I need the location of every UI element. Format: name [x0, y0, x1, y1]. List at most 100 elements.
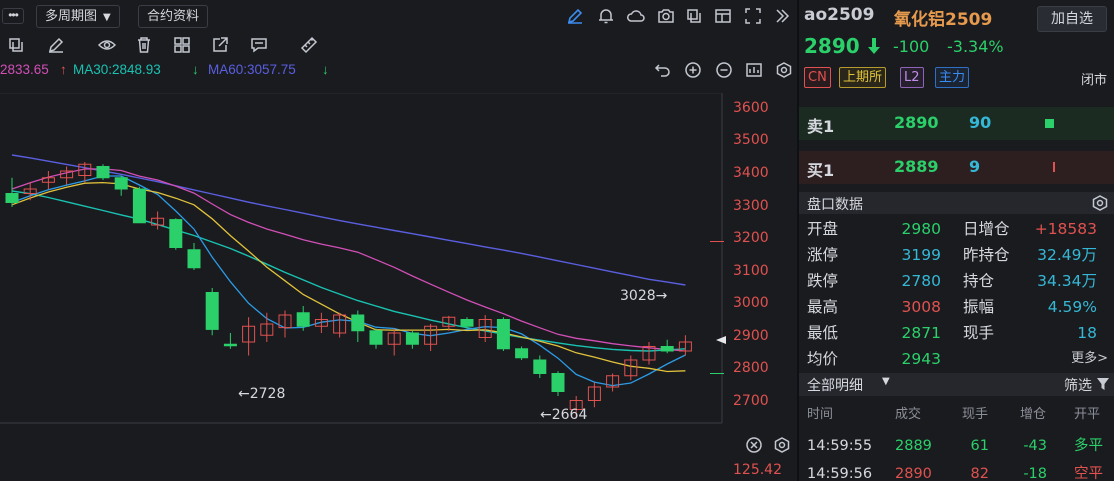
trade-price: 2889 — [895, 438, 932, 454]
layout-icon[interactable] — [714, 7, 732, 25]
stat-label: 持仓 — [963, 272, 995, 290]
fullscreen-icon[interactable] — [744, 7, 762, 25]
window-copy-icon[interactable] — [685, 7, 703, 25]
filter-label[interactable]: 筛选 — [1064, 375, 1092, 395]
contract-info-button[interactable]: 合约资料 — [138, 5, 209, 28]
trade-oi: -43 — [1023, 438, 1047, 454]
alert-bell-icon[interactable] — [597, 7, 615, 25]
camera-icon[interactable] — [657, 7, 675, 25]
tag-main-contract: 主力 — [935, 67, 970, 88]
ma60-line — [11, 154, 686, 286]
bid-label: 买1 — [807, 161, 835, 180]
contract-code: ao2509 — [804, 5, 875, 25]
stat-label: 最高 — [807, 298, 839, 316]
export-icon[interactable] — [211, 36, 229, 54]
stat-value: 34.34万 — [1037, 272, 1097, 290]
chart-settings-icon[interactable] — [775, 61, 793, 79]
tag-exchange: 上期所 — [839, 67, 887, 88]
col-price: 成交 — [895, 407, 922, 422]
col-type: 开平 — [1074, 407, 1101, 422]
low-annotation-1: ←2728 — [238, 386, 286, 402]
y-tick-label: 3600 — [733, 100, 769, 116]
stat-value: +18583 — [1034, 220, 1097, 238]
undo-icon[interactable] — [654, 61, 672, 79]
chart-canvas — [0, 92, 726, 424]
more-link[interactable]: 更多> — [1071, 346, 1108, 372]
eye-icon[interactable] — [98, 36, 116, 54]
ma60-value: MA60:3057.75 — [208, 62, 296, 77]
multi-period-label: 多周期图 — [45, 9, 98, 24]
ask-row[interactable]: 卖1 2890 90 — [799, 107, 1114, 140]
edit-pen-icon[interactable] — [47, 36, 65, 54]
more-menu-button[interactable]: ••• — [2, 8, 24, 24]
trade-time: 14:59:55 — [807, 438, 873, 454]
zoom-out-icon[interactable] — [715, 61, 733, 79]
ask-volume-bar — [1045, 119, 1054, 128]
grid-icon[interactable] — [173, 36, 191, 54]
cloud-icon[interactable] — [627, 7, 645, 25]
current-price-marker — [716, 336, 726, 344]
price-change: -100 — [893, 37, 930, 56]
trades-title[interactable]: 全部明细 — [807, 375, 863, 395]
trade-type: 空平 — [1074, 466, 1103, 481]
stat-value: 18 — [1077, 324, 1097, 342]
low-annotation-2: ←2664 — [540, 407, 588, 423]
filter-icon[interactable] — [1096, 377, 1110, 391]
y-tick-label: 3300 — [733, 198, 769, 214]
trades-header: 全部明细 ▼ 筛选 — [799, 373, 1114, 396]
stats-header: 盘口数据 — [799, 192, 1114, 214]
ma30-line — [11, 190, 686, 352]
trading-window: ••• 多周期图 ▼ 合约资料 2833.65 ↑ MA30:2848.93 ↓… — [0, 0, 1114, 481]
tag-l2: L2 — [900, 67, 924, 88]
col-volume: 现手 — [962, 407, 989, 422]
trade-price: 2890 — [895, 466, 932, 481]
trash-icon[interactable] — [135, 36, 153, 54]
stat-value: 3008 — [901, 298, 941, 316]
ask-label: 卖1 — [807, 117, 835, 136]
ma20-value: 2833.65 — [0, 62, 49, 77]
ma10-line — [11, 181, 686, 373]
candlestick-chart[interactable] — [0, 92, 797, 481]
stat-value: 2943 — [901, 350, 941, 368]
trades-dropdown-icon[interactable]: ▼ — [882, 376, 890, 387]
reset-view-icon[interactable] — [745, 61, 763, 79]
top-toolbar: ••• 多周期图 ▼ 合约资料 — [0, 0, 797, 33]
candle-body — [223, 343, 237, 347]
bid-row[interactable]: 买1 2889 9 — [799, 151, 1114, 184]
stat-label: 现手 — [963, 324, 995, 342]
stat-value: 4.59% — [1047, 298, 1097, 316]
trade-row[interactable]: 14:59:56 2890 82 -18 空平 — [799, 461, 1114, 481]
stats-settings-icon[interactable] — [1091, 194, 1109, 212]
col-oi: 增仓 — [1020, 407, 1047, 422]
comment-icon[interactable] — [250, 36, 268, 54]
y-tick-label: 3200 — [733, 230, 769, 246]
multi-period-button[interactable]: 多周期图 ▼ — [36, 5, 120, 28]
stats-row: 涨停 3199 昨持仓 32.49万 — [799, 242, 1114, 268]
stats-title: 盘口数据 — [807, 197, 863, 213]
collapse-right-icon[interactable] — [773, 7, 791, 25]
subchart-settings-icon[interactable] — [773, 436, 791, 454]
candle-body — [515, 348, 529, 359]
trade-row[interactable]: 14:59:55 2889 61 -43 多平 — [799, 433, 1114, 459]
ma30-value: MA30:2848.93 — [73, 62, 161, 77]
high-annotation: 3028→ — [620, 288, 668, 304]
ma20-line — [11, 168, 686, 352]
stat-label: 开盘 — [807, 220, 839, 238]
close-subchart-icon[interactable] — [745, 436, 763, 454]
stat-value: 2780 — [901, 272, 941, 290]
y-tick-label: 3400 — [733, 165, 769, 181]
draw-pen-icon[interactable] — [566, 7, 584, 25]
chart-panel: ••• 多周期图 ▼ 合约资料 2833.65 ↑ MA30:2848.93 ↓… — [0, 0, 797, 481]
tag-cn: CN — [804, 67, 831, 88]
trade-type: 多平 — [1074, 438, 1103, 454]
stats-row: 最高 3008 振幅 4.59% — [799, 294, 1114, 320]
stat-value: 2980 — [901, 220, 941, 238]
stat-value: 3199 — [901, 246, 941, 264]
chevron-down-icon: ▼ — [103, 12, 111, 23]
col-time: 时间 — [807, 407, 834, 422]
copy-icon[interactable] — [7, 36, 25, 54]
ruler-icon[interactable] — [300, 36, 318, 54]
add-watchlist-button[interactable]: 加自选 — [1037, 6, 1107, 32]
zoom-in-icon[interactable] — [684, 61, 702, 79]
candle-body — [369, 330, 383, 345]
